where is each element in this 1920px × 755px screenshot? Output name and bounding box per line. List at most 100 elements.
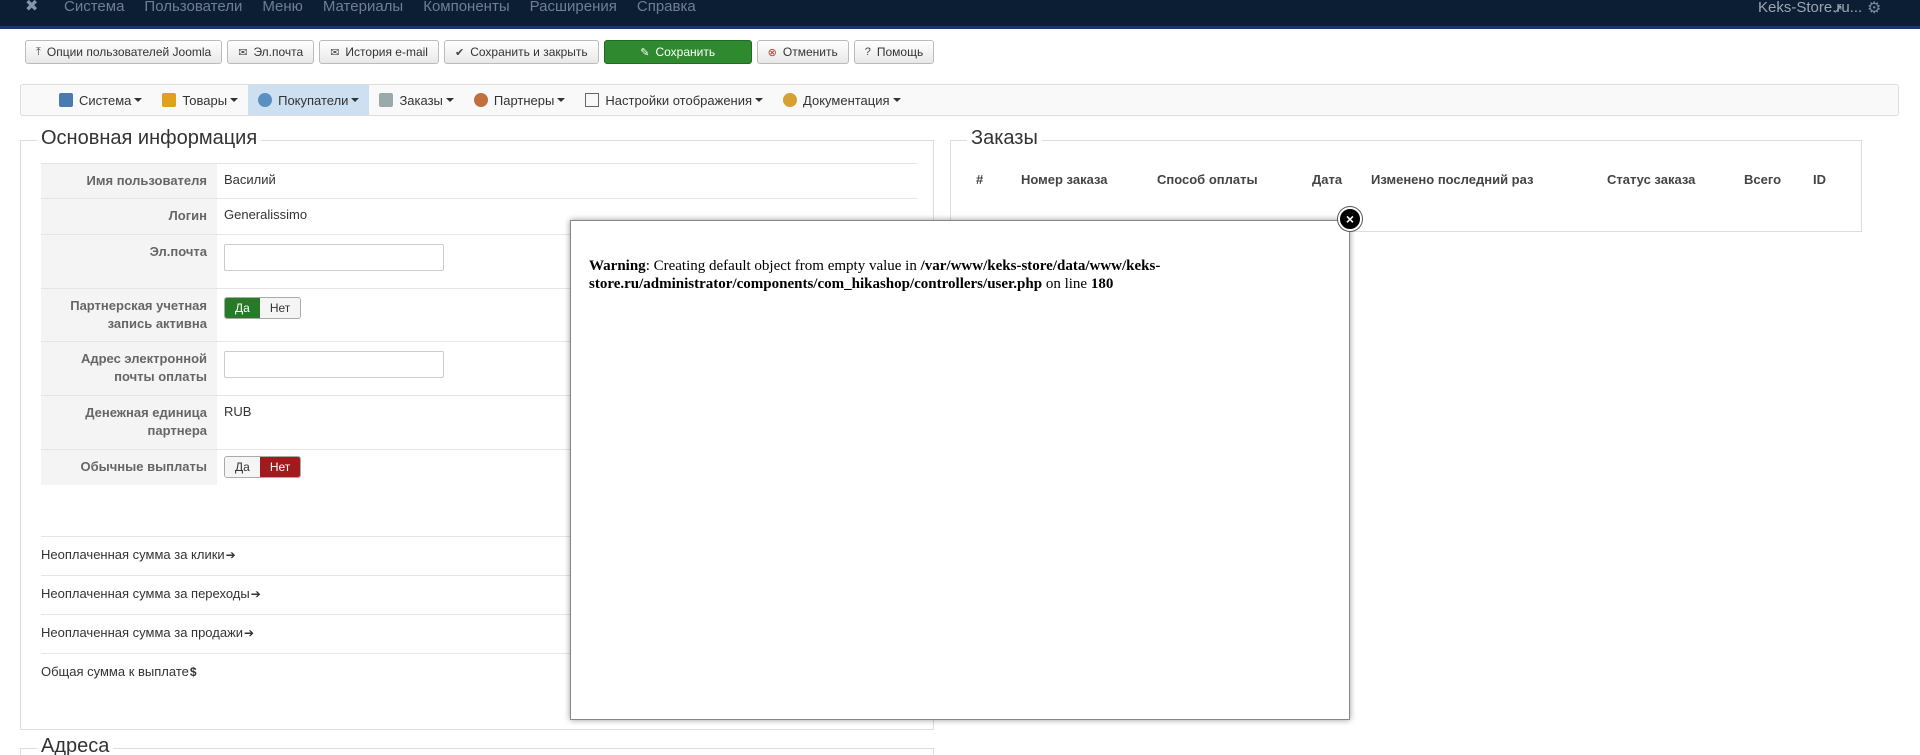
top-menu-system[interactable]: Система <box>64 0 124 14</box>
customers-icon <box>258 93 273 107</box>
button-label: Отменить <box>782 45 838 59</box>
warning-label: Warning <box>589 258 646 274</box>
component-submenu: Система Товары Покупатели Заказы Партнер… <box>20 84 1899 116</box>
save-button[interactable]: ✎ Сохранить <box>603 40 752 64</box>
button-label: Сохранить <box>655 45 716 59</box>
top-menu-help[interactable]: Справка <box>637 0 696 14</box>
regular-payouts-label: Обычные выплаты <box>41 450 217 485</box>
submenu-system[interactable]: Система <box>49 85 152 115</box>
top-menu-content[interactable]: Материалы <box>323 0 403 14</box>
currency-label: Денежная единица партнера <box>41 396 217 449</box>
line-number: 180 <box>1090 276 1114 292</box>
warning-message: Warning: Creating default object from em… <box>589 257 1329 293</box>
top-menu-extensions[interactable]: Расширения <box>530 0 617 14</box>
top-menu-menus[interactable]: Меню <box>262 0 303 14</box>
top-menu-users[interactable]: Пользователи <box>144 0 242 14</box>
partners-icon <box>473 93 488 107</box>
cancel-button[interactable]: ⊗ Отменить <box>756 40 849 64</box>
redacted-scribble <box>233 253 343 263</box>
envelope-icon: ✉ <box>330 46 340 59</box>
external-link-icon: ↗ <box>1833 2 1844 16</box>
documentation-icon <box>783 93 798 107</box>
button-label: Сохранить и закрыть <box>470 45 588 59</box>
partner-active-toggle[interactable]: Да Нет <box>224 297 302 319</box>
caret-down-icon <box>351 98 360 102</box>
toggle-no[interactable]: Нет <box>259 457 301 477</box>
toolbar: ⤒ Опции пользователей Joomla ✉ Эл.почта … <box>25 40 935 64</box>
caret-down-icon <box>230 98 239 102</box>
arrow-right-icon: ➔ <box>225 548 236 562</box>
toggle-no[interactable]: Нет <box>259 298 301 318</box>
unpaid-clicks-label: Неоплаченная сумма за клики <box>41 547 225 562</box>
email-button[interactable]: ✉ Эл.почта <box>227 40 315 64</box>
payment-email-label: Адрес электронной почты оплаты <box>41 342 217 395</box>
submenu-partners[interactable]: Партнеры <box>464 85 575 115</box>
close-modal-icon[interactable]: × <box>1338 207 1362 231</box>
caret-down-icon <box>445 98 454 102</box>
upload-icon: ⤒ <box>36 45 41 58</box>
question-circle-icon: ? <box>864 46 871 58</box>
column-header-date[interactable]: Дата <box>1312 172 1342 187</box>
submenu-customers[interactable]: Покупатели <box>248 85 370 115</box>
submenu-products[interactable]: Товары <box>152 85 248 115</box>
email-label: Эл.почта <box>41 235 217 288</box>
column-header-id[interactable]: ID <box>1813 172 1826 187</box>
column-header-payment-method[interactable]: Способ оплаты <box>1157 172 1258 187</box>
email-input[interactable] <box>224 244 444 271</box>
email-history-button[interactable]: ✉ История e-mail <box>319 40 439 64</box>
addresses-fieldset: Адреса <box>20 735 934 755</box>
help-button[interactable]: ? Помощь <box>853 40 935 64</box>
caret-down-icon <box>557 98 566 102</box>
cancel-circle-icon: ⊗ <box>767 46 777 59</box>
toggle-yes[interactable]: Да <box>225 457 260 477</box>
username-label: Имя пользователя <box>41 164 217 198</box>
joomla-logo-icon[interactable]: ✖ <box>25 0 43 16</box>
login-value: Generalissimo <box>224 207 308 222</box>
button-label: Эл.почта <box>253 45 304 59</box>
submenu-orders[interactable]: Заказы <box>369 85 463 115</box>
check-icon: ✔ <box>454 46 465 59</box>
top-navbar: ✖ Система Пользователи Меню Материалы Ко… <box>0 0 1920 29</box>
submenu-label: Настройки отображения <box>605 92 753 108</box>
main-info-legend: Основная информация <box>37 127 262 150</box>
column-header-total[interactable]: Всего <box>1744 172 1781 187</box>
warning-modal: Warning: Creating default object from em… <box>570 220 1350 720</box>
save-and-close-button[interactable]: ✔ Сохранить и закрыть <box>443 40 599 64</box>
dollar-icon: $ <box>189 665 197 679</box>
unpaid-leads-label: Неоплаченная сумма за переходы <box>41 586 250 601</box>
submenu-label: Система <box>79 92 132 108</box>
warning-text: : Creating default object from empty val… <box>645 258 921 274</box>
regular-payouts-toggle[interactable]: Да Нет <box>224 456 302 478</box>
products-icon <box>162 93 177 107</box>
submenu-label: Заказы <box>399 92 443 108</box>
submenu-display-settings[interactable]: Настройки отображения <box>575 85 773 115</box>
submenu-label: Партнеры <box>493 92 555 108</box>
payment-email-input[interactable] <box>224 351 444 378</box>
orders-table-header: # Номер заказа Способ оплаты Дата Измене… <box>956 172 1856 188</box>
edit-icon: ✎ <box>640 46 650 59</box>
partner-active-label: Партнерская учетная запись активна <box>41 289 217 341</box>
total-payout-label: Общая сумма к выплате <box>41 664 189 679</box>
column-header-number[interactable]: # <box>976 172 983 187</box>
caret-down-icon <box>755 98 764 102</box>
orders-legend: Заказы <box>967 127 1042 150</box>
site-name-link[interactable]: Keks-Store.ru... <box>1758 0 1862 15</box>
login-label: Логин <box>41 199 217 234</box>
joomla-user-options-button[interactable]: ⤒ Опции пользователей Joomla <box>25 40 223 64</box>
tools-icon <box>59 93 73 107</box>
toggle-yes[interactable]: Да <box>225 298 260 318</box>
column-header-last-modified[interactable]: Изменено последний раз <box>1371 172 1533 187</box>
display-icon <box>585 93 600 107</box>
button-label: Помощь <box>876 45 924 59</box>
gear-icon[interactable]: ⚙ <box>1867 0 1881 18</box>
username-value: Василий <box>224 172 276 187</box>
orders-icon <box>379 93 394 107</box>
unpaid-sales-label: Неоплаченная сумма за продажи <box>41 625 244 640</box>
arrow-right-icon: ➔ <box>244 626 255 640</box>
submenu-documentation[interactable]: Документация <box>773 85 911 115</box>
button-label: История e-mail <box>345 45 428 59</box>
submenu-label: Документация <box>803 92 890 108</box>
top-menu-components[interactable]: Компоненты <box>423 0 509 14</box>
column-header-order-number[interactable]: Номер заказа <box>1021 172 1108 187</box>
column-header-order-status[interactable]: Статус заказа <box>1607 172 1695 187</box>
